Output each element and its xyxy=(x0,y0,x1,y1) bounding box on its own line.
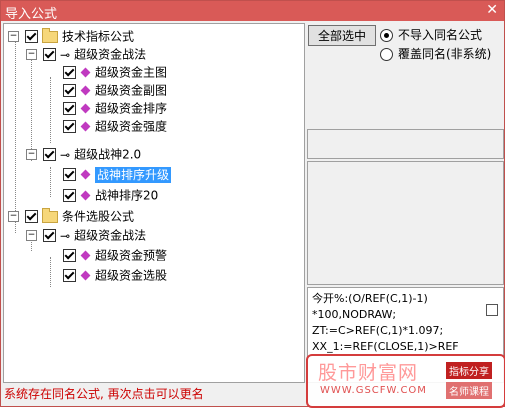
tree-node-item[interactable]: 超级资金选股 xyxy=(63,266,167,284)
collapse-toggle-icon[interactable]: − xyxy=(26,149,37,160)
tree-connector xyxy=(50,167,51,197)
tree-node-item[interactable]: 超级资金强度 xyxy=(63,117,167,135)
tree-node-label: 超级资金预警 xyxy=(95,248,168,263)
formula-diamond-icon xyxy=(80,67,91,78)
folder-icon xyxy=(42,27,58,43)
tree-node-item[interactable]: 超级资金副图 xyxy=(63,81,167,99)
formula-diamond-icon xyxy=(80,270,91,281)
tree-node-label: 技术指标公式 xyxy=(62,29,135,44)
formula-diamond-icon xyxy=(80,250,91,261)
formula-diamond-icon xyxy=(80,121,91,132)
tree-node-group[interactable]: − ⊸ 超级资金战法 xyxy=(26,226,146,244)
key-icon: ⊸ xyxy=(60,47,71,62)
folder-icon xyxy=(42,207,58,223)
tree-node-item[interactable]: 超级资金预警 xyxy=(63,246,167,264)
checkbox-checked-icon[interactable] xyxy=(43,148,56,161)
status-message: 系统存在同名公式, 再次点击可以更名 xyxy=(4,387,204,401)
radio-label: 不导入同名公式 xyxy=(398,28,483,42)
tree-node-label: 超级资金排序 xyxy=(95,101,168,116)
watermark-brand: 股市财富网 xyxy=(318,362,419,384)
checkbox-checked-icon[interactable] xyxy=(25,210,38,223)
tree-node-item[interactable]: 战神排序20 xyxy=(63,186,158,204)
checkbox-checked-icon[interactable] xyxy=(63,66,76,79)
collapse-toggle-icon[interactable]: − xyxy=(8,211,19,222)
watermark-url: WWW.GSCFW.COM xyxy=(320,385,427,396)
tree-node-label: 超级资金战法 xyxy=(74,47,147,62)
checkbox-checked-icon[interactable] xyxy=(25,30,38,43)
checkbox-checked-icon[interactable] xyxy=(63,269,76,282)
title-bar[interactable]: 导入公式 ✕ xyxy=(1,1,504,22)
tree-node-stock-picking-formulas[interactable]: − 条件选股公式 xyxy=(8,207,134,225)
tree-node-label: 超级资金选股 xyxy=(95,268,168,283)
checkbox-checked-icon[interactable] xyxy=(63,249,76,262)
window-title: 导入公式 xyxy=(5,7,58,22)
code-option-checkbox[interactable] xyxy=(486,304,498,316)
tree-node-label: 超级资金主图 xyxy=(95,65,168,80)
collapse-toggle-icon[interactable]: − xyxy=(26,49,37,60)
tree-node-item[interactable]: 超级资金主图 xyxy=(63,63,167,81)
key-icon: ⊸ xyxy=(60,228,71,243)
tree-node-item-selected[interactable]: 战神排序升级 xyxy=(63,165,172,183)
tree-node-item[interactable]: 超级资金排序 xyxy=(63,99,167,117)
collapse-toggle-icon[interactable]: − xyxy=(8,31,19,42)
formula-diamond-icon xyxy=(80,169,91,180)
formula-diamond-icon xyxy=(80,85,91,96)
checkbox-checked-icon[interactable] xyxy=(63,120,76,133)
radio-label: 覆盖同名(非系统) xyxy=(398,47,492,61)
watermark-tag-course: 名师课程 xyxy=(446,382,492,399)
formula-code-text: 今开%:(O/REF(C,1)-1) *100,NODRAW; ZT:=C>RE… xyxy=(312,292,459,353)
tree-node-label: 战神排序20 xyxy=(95,188,159,203)
close-icon[interactable]: ✕ xyxy=(486,2,498,18)
checkbox-checked-icon[interactable] xyxy=(63,168,76,181)
tree-connector xyxy=(15,41,16,233)
checkbox-checked-icon[interactable] xyxy=(63,189,76,202)
tree-node-label: 超级资金强度 xyxy=(95,119,168,134)
select-all-button[interactable]: 全部选中 xyxy=(308,25,376,46)
watermark-banner: 股市财富网 WWW.GSCFW.COM 指标分享 名师课程 xyxy=(306,354,505,408)
tree-node-label: 战神排序升级 xyxy=(95,166,172,183)
collapse-toggle-icon[interactable]: − xyxy=(26,230,37,241)
import-formula-dialog: 导入公式 ✕ − 技术指标公式 − ⊸ 超级资金战法 超级资金主图 超级资金副图 超级… xyxy=(0,0,505,408)
tree-node-group[interactable]: − ⊸ 超级资金战法 xyxy=(26,45,146,63)
radio-selected-icon[interactable] xyxy=(380,29,393,42)
formula-diamond-icon xyxy=(80,103,91,114)
checkbox-checked-icon[interactable] xyxy=(43,48,56,61)
checkbox-checked-icon[interactable] xyxy=(63,84,76,97)
tree-node-group[interactable]: − ⊸ 超级战神2.0 xyxy=(26,145,141,163)
checkbox-checked-icon[interactable] xyxy=(43,229,56,242)
radio-unselected-icon[interactable] xyxy=(380,48,393,61)
name-panel xyxy=(307,129,504,159)
radio-overwrite[interactable]: 覆盖同名(非系统) xyxy=(380,45,491,62)
tree-node-label: 超级战神2.0 xyxy=(74,147,142,162)
formula-tree[interactable]: − 技术指标公式 − ⊸ 超级资金战法 超级资金主图 超级资金副图 超级资金排序 超级… xyxy=(3,23,305,383)
formula-diamond-icon xyxy=(80,190,91,201)
tree-node-tech-formulas[interactable]: − 技术指标公式 xyxy=(8,27,134,45)
radio-no-import[interactable]: 不导入同名公式 xyxy=(380,26,482,43)
tree-connector xyxy=(50,257,51,287)
tree-connector xyxy=(50,77,51,143)
key-icon: ⊸ xyxy=(60,147,71,162)
tree-node-label: 超级资金战法 xyxy=(74,228,147,243)
watermark-tag-share: 指标分享 xyxy=(446,362,492,379)
tree-node-label: 超级资金副图 xyxy=(95,83,168,98)
checkbox-checked-icon[interactable] xyxy=(63,102,76,115)
tree-node-label: 条件选股公式 xyxy=(62,209,135,224)
description-panel xyxy=(307,161,504,285)
